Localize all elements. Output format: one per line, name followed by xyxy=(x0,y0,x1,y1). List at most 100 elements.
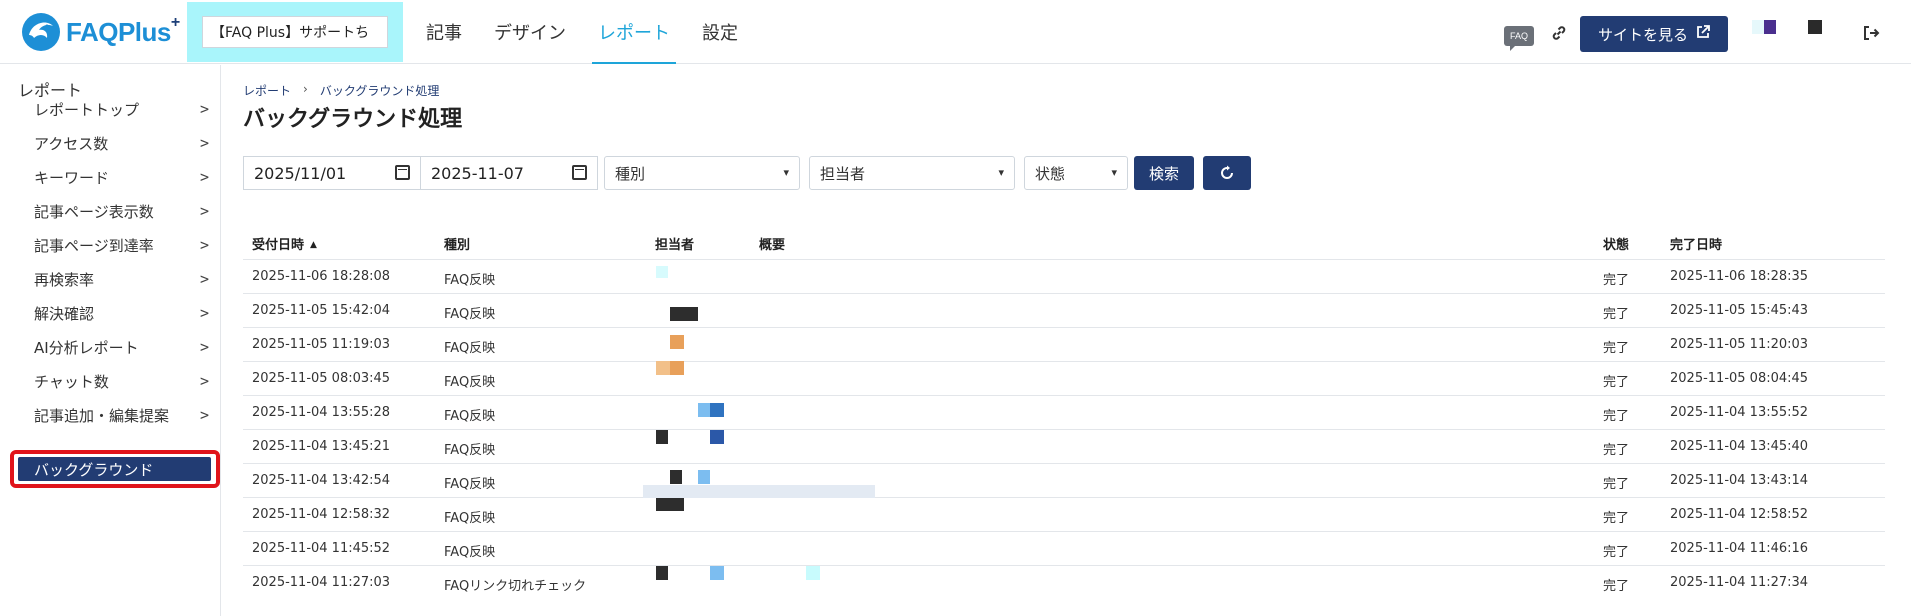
cell-received: 2025-11-05 08:03:45 xyxy=(252,371,391,386)
calendar-icon[interactable] xyxy=(395,165,410,180)
chevron-right-icon: > xyxy=(199,338,209,356)
top-nav: 記事 デザイン レポート 設定 xyxy=(410,0,754,64)
cell-received: 2025-11-04 13:55:28 xyxy=(252,405,391,420)
cell-status: 完了 xyxy=(1603,579,1630,594)
chevron-right-icon: > xyxy=(199,236,209,254)
sidebar-item-research-rate[interactable]: 再検索率 > xyxy=(0,262,221,296)
reset-button[interactable] xyxy=(1203,156,1251,190)
cell-completed: 2025-11-04 13:55:52 xyxy=(1670,405,1809,420)
cell-received: 2025-11-05 11:19:03 xyxy=(252,337,391,352)
date-from-value: 2025/11/01 xyxy=(254,163,347,183)
page-title: バックグラウンド処理 xyxy=(243,107,463,132)
site-select[interactable]: 【FAQ Plus】サポートち xyxy=(202,16,388,48)
chevron-down-icon: ▾ xyxy=(1111,166,1117,179)
table-row[interactable]: 2025-11-05 11:19:03 FAQ反映 完了 2025-11-05 … xyxy=(243,328,1885,362)
table-row[interactable]: 2025-11-04 12:58:32 FAQ反映 完了 2025-11-04 … xyxy=(243,498,1885,532)
logo-plus: + xyxy=(170,13,180,31)
cell-type: FAQ反映 xyxy=(444,545,496,560)
sidebar-item-report-top[interactable]: レポートトップ > xyxy=(0,92,221,126)
redacted-block xyxy=(656,566,668,580)
cell-completed: 2025-11-05 11:20:03 xyxy=(1670,337,1809,352)
breadcrumb-current: バックグラウンド処理 xyxy=(319,84,440,98)
faq-chat-icon[interactable]: FAQ xyxy=(1504,26,1534,51)
owner-select[interactable]: 担当者 ▾ xyxy=(809,156,1015,190)
cell-type: FAQ反映 xyxy=(444,511,496,526)
cell-type: FAQ反映 xyxy=(444,273,496,288)
nav-design[interactable]: デザイン xyxy=(478,0,582,64)
col-completed: 完了日時 xyxy=(1670,238,1723,253)
sidebar-item-chat-count[interactable]: チャット数 > xyxy=(0,364,221,398)
sidebar-item-access-count[interactable]: アクセス数 > xyxy=(0,126,221,160)
table-row[interactable]: 2025-11-05 15:42:04 FAQ反映 完了 2025-11-05 … xyxy=(243,294,1885,328)
user-avatar[interactable] xyxy=(1752,20,1776,34)
sidebar-item-label: レポートトップ xyxy=(34,100,140,119)
chevron-right-icon: > xyxy=(199,134,209,152)
date-to-value: 2025-11-07 xyxy=(431,163,524,183)
account-avatar[interactable] xyxy=(1808,20,1822,34)
redacted-block xyxy=(656,430,668,444)
cell-status: 完了 xyxy=(1603,511,1630,526)
cell-completed: 2025-11-04 13:45:40 xyxy=(1670,439,1809,454)
date-to-input[interactable]: 2025-11-07 xyxy=(420,156,598,190)
sidebar-item-label: 記事追加・編集提案 xyxy=(34,406,170,425)
link-icon[interactable] xyxy=(1548,22,1570,44)
redacted-band xyxy=(643,485,875,498)
cell-received: 2025-11-04 12:58:32 xyxy=(252,507,391,522)
sidebar-item-background[interactable]: バックグラウンド xyxy=(18,457,211,481)
logo-text: FAQPlus xyxy=(66,16,171,47)
status-select[interactable]: 状態 ▾ xyxy=(1024,156,1128,190)
sidebar-item-resolution-check[interactable]: 解決確認 > xyxy=(0,296,221,330)
sidebar-item-label: 記事ページ表示数 xyxy=(34,202,154,221)
sidebar-item-label: 解決確認 xyxy=(34,304,95,323)
sidebar-item-label: 再検索率 xyxy=(34,270,95,289)
cell-type: FAQリンク切れチェック xyxy=(444,579,587,594)
cell-completed: 2025-11-04 11:46:16 xyxy=(1670,541,1809,556)
nav-articles[interactable]: 記事 xyxy=(410,0,478,64)
redacted-block xyxy=(670,307,698,321)
calendar-icon[interactable] xyxy=(572,165,587,180)
cell-status: 完了 xyxy=(1603,545,1630,560)
cell-type: FAQ反映 xyxy=(444,409,496,424)
search-button[interactable]: 検索 xyxy=(1134,156,1194,190)
table-row[interactable]: 2025-11-04 11:27:03 FAQリンク切れチェック 完了 2025… xyxy=(243,566,1885,600)
redacted-block xyxy=(656,498,684,511)
cell-status: 完了 xyxy=(1603,443,1630,458)
col-received[interactable]: 受付日時 ▲ xyxy=(252,234,317,253)
cell-type: FAQ反映 xyxy=(444,477,496,492)
type-select[interactable]: 種別 ▾ xyxy=(604,156,800,190)
date-from-input[interactable]: 2025/11/01 xyxy=(243,156,421,190)
nav-report[interactable]: レポート xyxy=(582,0,686,64)
table-row[interactable]: 2025-11-06 18:28:08 FAQ反映 完了 2025-11-06 … xyxy=(243,260,1885,294)
nav-settings[interactable]: 設定 xyxy=(686,0,754,64)
cell-completed: 2025-11-04 13:43:14 xyxy=(1670,473,1809,488)
view-site-button[interactable]: サイトを見る xyxy=(1580,16,1728,52)
table-row[interactable]: 2025-11-04 13:42:54 FAQ反映 完了 2025-11-04 … xyxy=(243,464,1885,498)
table-row[interactable]: 2025-11-04 13:55:28 FAQ反映 完了 2025-11-04 … xyxy=(243,396,1885,430)
cell-received: 2025-11-05 15:42:04 xyxy=(252,303,391,318)
sidebar-item-label: チャット数 xyxy=(34,372,109,391)
external-link-icon xyxy=(1696,25,1710,43)
view-site-label: サイトを見る xyxy=(1597,25,1688,44)
sidebar-item-ai-report[interactable]: AI分析レポート > xyxy=(0,330,221,364)
cell-status: 完了 xyxy=(1603,341,1630,356)
logo[interactable]: FAQPlus+ xyxy=(20,12,180,52)
table-row[interactable]: 2025-11-04 13:45:21 FAQ反映 完了 2025-11-04 … xyxy=(243,430,1885,464)
sidebar-item-keyword[interactable]: キーワード > xyxy=(0,160,221,194)
sidebar-item-label: キーワード xyxy=(34,168,110,187)
redacted-block xyxy=(670,335,684,349)
cell-status: 完了 xyxy=(1603,273,1630,288)
col-owner: 担当者 xyxy=(655,238,695,253)
sidebar-item-edit-suggestions[interactable]: 記事追加・編集提案 > xyxy=(0,398,221,432)
owner-select-value: 担当者 xyxy=(820,164,866,183)
chevron-right-icon: > xyxy=(199,406,209,424)
table-row[interactable]: 2025-11-04 11:45:52 FAQ反映 完了 2025-11-04 … xyxy=(243,532,1885,566)
logout-icon[interactable] xyxy=(1860,22,1882,44)
cell-status: 完了 xyxy=(1603,307,1630,322)
sidebar-item-page-views[interactable]: 記事ページ表示数 > xyxy=(0,194,221,228)
chevron-down-icon: ▾ xyxy=(998,166,1004,179)
table-row[interactable]: 2025-11-05 08:03:45 FAQ反映 完了 2025-11-05 … xyxy=(243,362,1885,396)
breadcrumb-report[interactable]: レポート xyxy=(243,82,291,99)
table-header: 受付日時 ▲ 種別 担当者 概要 状態 完了日時 xyxy=(243,226,1885,260)
sidebar-item-page-reach-rate[interactable]: 記事ページ到達率 > xyxy=(0,228,221,262)
cell-status: 完了 xyxy=(1603,477,1630,492)
